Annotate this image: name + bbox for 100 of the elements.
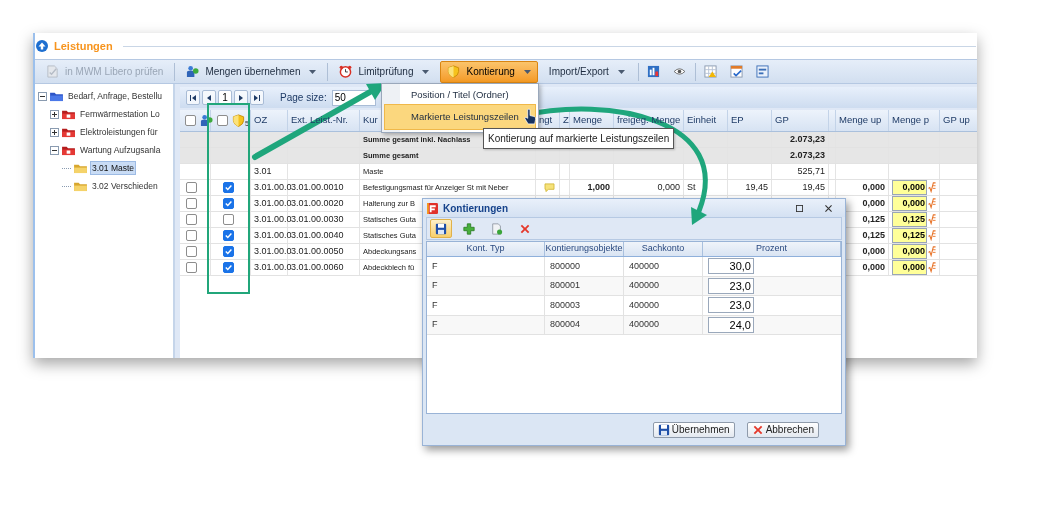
document-icon	[46, 65, 59, 78]
quantity-field[interactable]: 0,125	[892, 212, 927, 227]
table-cell: 400000	[629, 259, 660, 273]
quantity-field[interactable]: 0,125	[892, 228, 927, 243]
table-cell-text: 19,45	[802, 180, 825, 194]
column-header[interactable]: Kont. Typ	[466, 242, 505, 256]
column-header[interactable]: GP up	[943, 113, 970, 128]
dialog-button[interactable]: Übernehmen	[652, 421, 735, 438]
percent-field[interactable]: 23,0	[708, 277, 754, 294]
table-cell-text: 3.01.00.0030	[291, 212, 344, 226]
expand-icon[interactable]	[50, 109, 59, 119]
previous-page-button[interactable]	[202, 90, 216, 105]
column-header[interactable]: freigeg. Menge	[617, 113, 681, 128]
checkbox[interactable]	[223, 230, 234, 241]
percent-field[interactable]: 30,0	[708, 258, 754, 275]
tree-item[interactable]: 3.02 Verschieden	[90, 178, 160, 194]
first-page-icon	[190, 94, 196, 101]
checkbox[interactable]	[223, 262, 234, 273]
chart-icon	[647, 65, 661, 78]
expand-icon[interactable]	[50, 127, 59, 137]
table-cell-text: F	[432, 279, 438, 292]
tool-button[interactable]	[430, 219, 452, 238]
table-cell-text: 0,000	[862, 196, 885, 210]
checkbox[interactable]	[223, 198, 234, 209]
table-cell-text: 0,000	[862, 180, 885, 194]
column-header[interactable]: Sachkonto	[641, 242, 685, 256]
tree-item[interactable]: Elektroleistungen für	[78, 124, 160, 140]
shield-icon	[232, 114, 245, 127]
checkbox[interactable]	[186, 262, 197, 273]
column-header[interactable]: Z	[563, 113, 569, 128]
toolbar-button[interactable]: Kontierung	[440, 60, 538, 83]
checkbox[interactable]	[223, 214, 234, 225]
checkbox[interactable]	[185, 115, 196, 126]
column-header[interactable]: Einheit	[687, 113, 717, 128]
checkbox[interactable]	[186, 182, 197, 193]
checkbox[interactable]	[186, 246, 197, 257]
page-size-label: Page size:	[280, 91, 327, 105]
last-page-icon	[254, 94, 260, 101]
table-cell: 400000	[629, 298, 660, 312]
column-header[interactable]: ngt	[539, 113, 553, 128]
menu-item[interactable]: Position / Titel (Ordner)	[384, 86, 536, 104]
toolbar-button[interactable]: Import/Export	[541, 60, 632, 83]
tree-item[interactable]: Fernwärmestation Lo	[78, 106, 162, 122]
quantity-field[interactable]: 0,000	[892, 260, 927, 275]
close-icon	[824, 204, 832, 212]
formula-icon	[928, 230, 936, 241]
table-cell-text: 2.073,23	[789, 132, 825, 146]
percent-field[interactable]: 23,0	[708, 297, 754, 314]
toolbar-button[interactable]: Limitprüfung	[332, 60, 437, 83]
caret-icon	[617, 69, 625, 74]
table-cell-text: 3.01.00.0	[254, 180, 292, 194]
column-header[interactable]: Prozent	[756, 242, 787, 256]
column-header[interactable]: EP	[731, 113, 744, 128]
column-header[interactable]: GP	[775, 113, 789, 128]
quantity-field[interactable]: 0,000	[892, 196, 927, 211]
folder-icon	[73, 162, 88, 174]
folder-icon	[49, 90, 64, 102]
checkbox[interactable]	[217, 115, 228, 126]
checkbox[interactable]	[223, 246, 234, 257]
maximize-icon	[795, 204, 803, 212]
collapse-icon[interactable]	[38, 91, 47, 101]
table-cell-text: F	[432, 318, 438, 331]
percent-field[interactable]: 24,0	[708, 316, 754, 333]
table-cell-text: 3.01.00.0	[254, 228, 292, 242]
collapse-icon[interactable]	[50, 145, 59, 155]
column-header[interactable]: Menge	[573, 113, 603, 128]
tree-item[interactable]: Bedarf, Anfrage, Bestellu	[66, 88, 165, 104]
grid-check-icon	[730, 65, 744, 78]
checkbox[interactable]	[186, 198, 197, 209]
quantity-field[interactable]: 0,000	[892, 244, 927, 259]
folder-icon	[61, 144, 76, 156]
table-cell-text: 3.01.00.0040	[291, 228, 344, 242]
app-icon	[427, 202, 438, 214]
tree-item[interactable]: 3.01 Maste	[90, 160, 137, 176]
table-cell-text: 1,000	[587, 180, 610, 194]
first-page-button[interactable]	[186, 90, 200, 105]
new-document-icon	[491, 222, 503, 235]
dialog-button[interactable]: Abbrechen	[746, 421, 819, 438]
tooltip: Kontierung auf markierte Leistungszeilen	[483, 128, 675, 149]
table-cell: 800003	[550, 298, 581, 312]
alarm-clock-icon	[339, 65, 353, 78]
table-cell-text: 800001	[550, 279, 581, 292]
table-cell-text: 400000	[629, 318, 660, 331]
column-header[interactable]: Menge p	[892, 113, 929, 128]
last-page-button[interactable]	[250, 90, 264, 105]
column-header[interactable]: Menge up	[839, 113, 882, 128]
menu-item[interactable]: Markierte Leistungszeilen	[384, 104, 536, 130]
quantity-field[interactable]: 0,000	[892, 180, 927, 195]
tree-item[interactable]: Wartung Aufzugsanla	[78, 142, 163, 158]
column-header[interactable]: Kur	[363, 113, 378, 128]
column-header[interactable]: OZ	[254, 113, 268, 128]
toolbar-button[interactable]: Mengen übernehmen	[179, 60, 324, 83]
table-cell: F	[432, 259, 438, 273]
column-header[interactable]: Kontierungsobjekte	[545, 242, 623, 256]
checkbox[interactable]	[186, 214, 197, 225]
table-cell: 800000	[550, 259, 581, 273]
checkbox[interactable]	[223, 182, 234, 193]
shield-icon	[447, 65, 461, 78]
table-cell-text: 0,125	[862, 212, 885, 226]
checkbox[interactable]	[186, 230, 197, 241]
